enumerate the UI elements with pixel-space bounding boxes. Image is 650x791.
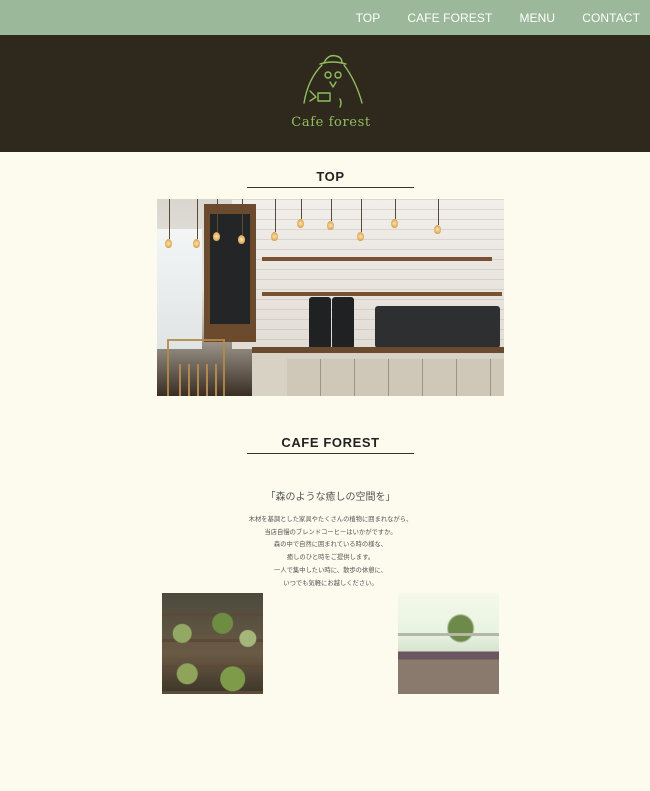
cafe-description-line: 癒しのひと時をご提供します。 bbox=[286, 554, 375, 562]
site-header: Cafe forest bbox=[0, 35, 650, 152]
site-logo[interactable]: Cafe forest bbox=[286, 51, 376, 133]
nav-link-top[interactable]: TOP bbox=[356, 11, 381, 25]
hero-lamp-bulb bbox=[165, 239, 172, 248]
hero-lamp-cord bbox=[331, 199, 332, 221]
hero-lamp-bulb bbox=[193, 239, 200, 248]
hero-grinder bbox=[332, 297, 354, 349]
hero-shelf bbox=[262, 292, 502, 296]
logo-text: Cafe forest bbox=[291, 115, 371, 130]
nav-link-cafe-forest[interactable]: CAFE FOREST bbox=[407, 11, 492, 25]
hero-lamp-cord bbox=[361, 199, 362, 232]
hero-cafe-interior-image bbox=[157, 199, 504, 396]
hero-lamp-cord bbox=[301, 199, 302, 219]
hero-lamp-bulb bbox=[357, 232, 364, 241]
hero-chalkboard bbox=[204, 204, 256, 342]
hero-lamp-cord bbox=[242, 199, 243, 235]
hero-grinder bbox=[309, 297, 331, 349]
hero-lamp-cord bbox=[438, 199, 439, 225]
section-title-top: TOP bbox=[247, 169, 414, 188]
cafe-description-line: 木材を基調とした家具やたくさんの植物に囲まれながら、 bbox=[248, 516, 413, 523]
nav-link-menu[interactable]: MENU bbox=[519, 11, 555, 25]
bird-mascot-icon bbox=[303, 54, 363, 108]
hero-lamp-cord bbox=[217, 199, 218, 232]
thumbnail-plants-image bbox=[162, 593, 263, 694]
top-nav: TOP CAFE FOREST MENU CONTACT bbox=[0, 0, 650, 35]
cafe-tagline: 「森のような癒しの空間を」 bbox=[265, 492, 396, 503]
hero-lamp-bulb bbox=[213, 232, 220, 241]
thumbnail-window-plant-image bbox=[398, 593, 499, 694]
hero-drawers bbox=[287, 359, 504, 396]
nav-link-contact[interactable]: CONTACT bbox=[582, 11, 640, 25]
hero-espresso-machine bbox=[375, 306, 500, 348]
cafe-description-line: 当店自慢のブレンドコーヒーはいかがですか。 bbox=[264, 528, 397, 536]
hero-lamp-cord bbox=[197, 199, 198, 239]
cafe-description-line: 森の中で自然に囲まれている時の様な、 bbox=[273, 541, 388, 549]
hero-lamp-cord bbox=[395, 199, 396, 219]
hero-lamp-cord bbox=[275, 199, 276, 232]
hero-shelf bbox=[262, 257, 492, 261]
hero-lamp-cord bbox=[169, 199, 170, 239]
section-title-cafe-forest: CAFE FOREST bbox=[247, 435, 414, 454]
hero-lamp-bulb bbox=[327, 221, 334, 230]
hero-lamp-bulb bbox=[434, 225, 441, 234]
cafe-description-line: 一人で集中したい時に、散歩の休憩に、 bbox=[274, 566, 387, 574]
cafe-description-line: いつでも気軽にお越しください。 bbox=[283, 579, 378, 587]
hero-lamp-bulb bbox=[391, 219, 398, 228]
cafe-description: 木材を基調とした家具やたくさんの植物に囲まれながら、 当店自慢のブレンドコーヒー… bbox=[0, 514, 650, 590]
hero-stool bbox=[179, 364, 219, 396]
hero-lamp-bulb bbox=[271, 232, 278, 241]
hero-lamp-bulb bbox=[238, 235, 245, 244]
hero-lamp-bulb bbox=[297, 219, 304, 228]
